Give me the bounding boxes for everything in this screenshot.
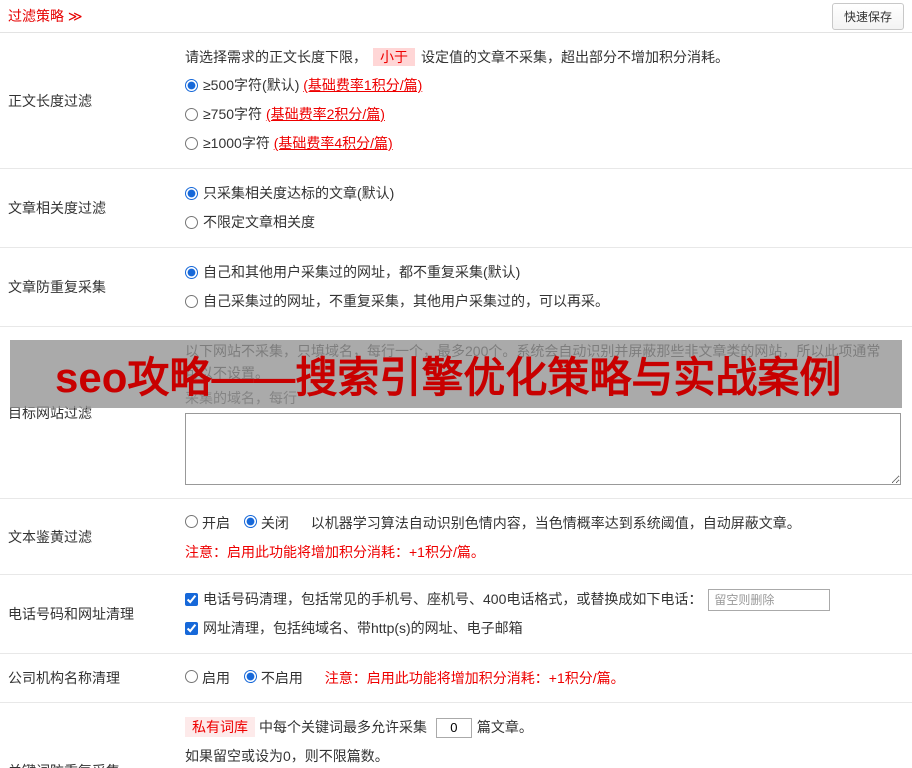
porn-filter-description: 以机器学习算法自动识别色情内容，当色情概率达到系统阈值，自动屏蔽文章。 bbox=[310, 515, 801, 531]
relevance-option-strict[interactable]: 只采集相关度达标的文章(默认) bbox=[185, 179, 900, 208]
company-clean-on-radio[interactable] bbox=[185, 670, 198, 683]
dedup-radio-global[interactable] bbox=[185, 266, 198, 279]
option-label: ≥1000字符 bbox=[203, 135, 270, 151]
option-label: 自己和其他用户采集过的网址，都不重复采集(默认) bbox=[203, 264, 521, 280]
porn-filter-off-option[interactable]: 关闭 bbox=[243, 515, 293, 531]
intro-text: 设定值的文章不采集，超出部分不增加积分消耗。 bbox=[421, 49, 729, 65]
length-filter-intro: 请选择需求的正文长度下限， 小于 设定值的文章不采集，超出部分不增加积分消耗。 bbox=[185, 46, 900, 68]
row-label: 文本鉴黄过滤 bbox=[8, 528, 92, 545]
row-keyword-dedup: 关键词防重复采集 私有词库中每个关键词最多允许采集 篇文章。 如果留空或设为0，… bbox=[0, 703, 912, 768]
option-cost-note: (基础费率4积分/篇) bbox=[273, 135, 393, 151]
row-porn-filter: 文本鉴黄过滤 开启 关闭 以机器学习算法自动识别色情内容，当色情概率达到系统阈值… bbox=[0, 499, 912, 575]
setting-text: 篇文章。 bbox=[476, 719, 533, 735]
option-label: 开启 bbox=[202, 515, 230, 531]
max-articles-input[interactable] bbox=[435, 717, 472, 738]
porn-filter-off-radio[interactable] bbox=[243, 515, 257, 528]
intro-text: 请选择需求的正文长度下限， bbox=[185, 49, 367, 65]
dedup-radio-self[interactable] bbox=[185, 295, 198, 308]
length-radio-750[interactable] bbox=[185, 108, 198, 121]
option-label: 自己采集过的网址，不重复采集，其他用户采集过的，可以再采。 bbox=[203, 293, 609, 309]
watermark-text: seo攻略——搜索引擎优化策略与实战案例 bbox=[55, 353, 842, 401]
phone-clean-checkbox[interactable] bbox=[185, 593, 198, 606]
row-label: 文章相关度过滤 bbox=[8, 200, 106, 216]
topbar: 过滤策略 ≫ 快速保存 bbox=[0, 0, 912, 33]
option-label: 不限定文章相关度 bbox=[203, 214, 315, 230]
porn-filter-on-radio[interactable] bbox=[185, 515, 198, 528]
option-cost-note: (基础费率2积分/篇) bbox=[265, 106, 385, 122]
option-label: ≥750字符 bbox=[203, 106, 263, 122]
row-relevance-filter: 文章相关度过滤 只采集相关度达标的文章(默认) 不限定文章相关度 bbox=[0, 169, 912, 248]
option-label: 电话号码清理，包括常见的手机号、座机号、400电话格式，或替换成如下电话： bbox=[203, 591, 703, 607]
dedup-option-self[interactable]: 自己采集过的网址，不重复采集，其他用户采集过的，可以再采。 bbox=[185, 287, 900, 316]
page: 过滤策略 ≫ 快速保存 正文长度过滤 请选择需求的正文长度下限， 小于 设定值的文章… bbox=[0, 0, 912, 768]
relevance-radio-any[interactable] bbox=[185, 216, 198, 229]
dedup-option-global[interactable]: 自己和其他用户采集过的网址，都不重复采集(默认) bbox=[185, 258, 900, 287]
row-label: 关键词防重复采集 bbox=[0, 703, 185, 768]
row-label: 文章防重复采集 bbox=[8, 279, 106, 295]
row-phone-url-clean: 电话号码和网址清理 电话号码清理，包括常见的手机号、座机号、400电话格式，或替… bbox=[0, 575, 912, 654]
company-clean-off-radio[interactable] bbox=[243, 670, 257, 683]
porn-filter-on-option[interactable]: 开启 bbox=[185, 515, 234, 531]
option-label: 不启用 bbox=[260, 670, 303, 686]
row-label: 正文长度过滤 bbox=[8, 92, 92, 109]
url-clean-option[interactable]: 网址清理，包括纯域名、带http(s)的网址、电子邮箱 bbox=[185, 614, 900, 643]
option-cost-note: (基础费率1积分/篇) bbox=[303, 77, 423, 93]
replacement-phone-input[interactable] bbox=[708, 588, 831, 611]
phone-clean-option[interactable]: 电话号码清理，包括常见的手机号、座机号、400电话格式，或替换成如下电话： bbox=[185, 585, 900, 614]
page-title[interactable]: 过滤策略 ≫ bbox=[8, 6, 83, 26]
keyword-dedup-setting-line: 私有词库中每个关键词最多允许采集 篇文章。 bbox=[185, 716, 900, 738]
length-option-750[interactable]: ≥750字符 (基础费率2积分/篇) bbox=[185, 100, 900, 129]
private-thesaurus-badge: 私有词库 bbox=[185, 717, 255, 737]
relevance-radio-strict[interactable] bbox=[185, 187, 198, 200]
row-company-clean: 公司机构名称清理 启用 不启用 注意：启用此功能将增加积分消耗：+1积分/篇。 bbox=[0, 654, 912, 703]
row-dedup-collect: 文章防重复采集 自己和其他用户采集过的网址，都不重复采集(默认) 自己采集过的网… bbox=[0, 248, 912, 327]
blocked-domains-textarea[interactable] bbox=[185, 413, 901, 485]
length-radio-1000[interactable] bbox=[185, 137, 198, 150]
length-option-500[interactable]: ≥500字符(默认) (基础费率1积分/篇) bbox=[185, 71, 900, 100]
row-label: 电话号码和网址清理 bbox=[8, 606, 134, 622]
option-label: 关闭 bbox=[260, 515, 289, 531]
company-clean-on-option[interactable]: 启用 bbox=[185, 670, 234, 686]
option-label: 网址清理，包括纯域名、带http(s)的网址、电子邮箱 bbox=[203, 620, 523, 636]
less-than-highlight: 小于 bbox=[373, 48, 415, 66]
company-clean-cost-note: 注意：启用此功能将增加积分消耗：+1积分/篇。 bbox=[324, 670, 625, 686]
length-option-1000[interactable]: ≥1000字符 (基础费率4积分/篇) bbox=[185, 129, 900, 158]
length-radio-500[interactable] bbox=[185, 79, 198, 92]
relevance-option-any[interactable]: 不限定文章相关度 bbox=[185, 208, 900, 237]
keyword-dedup-note-1: 如果留空或设为0，则不限篇数。 bbox=[185, 748, 389, 764]
setting-text: 中每个关键词最多允许采集 bbox=[259, 719, 427, 735]
option-label: 只采集相关度达标的文章(默认) bbox=[203, 185, 395, 201]
quick-save-button[interactable]: 快速保存 bbox=[831, 2, 904, 30]
watermark-overlay: seo攻略——搜索引擎优化策略与实战案例 bbox=[10, 340, 902, 408]
row-length-filter: 正文长度过滤 请选择需求的正文长度下限， 小于 设定值的文章不采集，超出部分不增加积… bbox=[0, 33, 912, 169]
option-label: 启用 bbox=[202, 670, 230, 686]
url-clean-checkbox[interactable] bbox=[185, 622, 198, 635]
row-label: 公司机构名称清理 bbox=[8, 670, 120, 686]
porn-filter-cost-note: 注意：启用此功能将增加积分消耗：+1积分/篇。 bbox=[185, 544, 485, 560]
company-clean-off-option[interactable]: 不启用 bbox=[243, 670, 307, 686]
option-label: ≥500字符(默认) bbox=[203, 77, 300, 93]
